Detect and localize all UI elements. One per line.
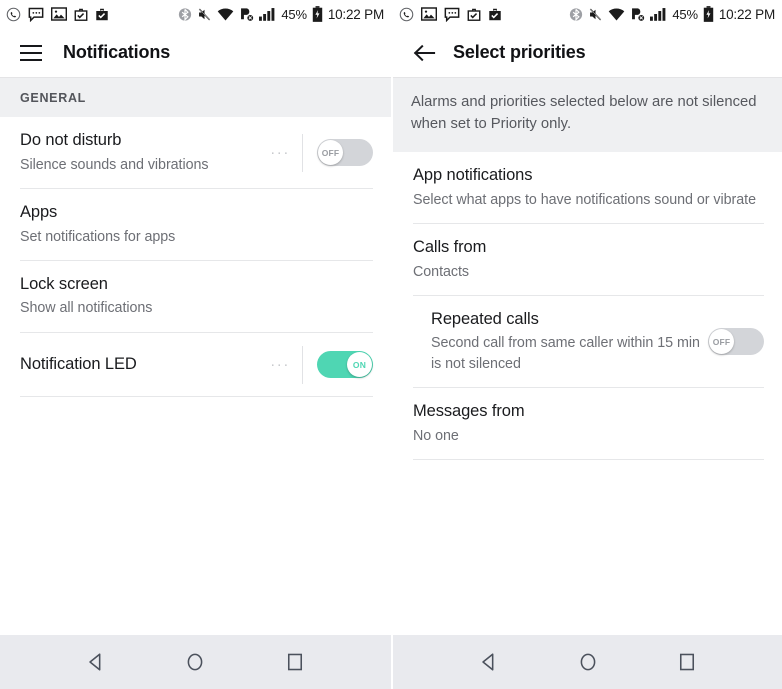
list-item-subtitle: Second call from same caller within 15 m… bbox=[431, 335, 700, 372]
right-screen-select-priorities: 45% 10:22 PM Select priorities Alarms an… bbox=[391, 0, 782, 689]
system-nav-bar-right bbox=[393, 635, 782, 689]
nav-back-button[interactable] bbox=[73, 639, 119, 685]
row-text: Repeated calls Second call from same cal… bbox=[431, 296, 702, 388]
list-item-repeated-calls[interactable]: Repeated calls Second call from same cal… bbox=[393, 295, 782, 389]
signal-bars-icon bbox=[259, 7, 276, 21]
nav-home-button[interactable] bbox=[172, 639, 218, 685]
toggle-knob-label: OFF bbox=[709, 329, 734, 355]
image-icon bbox=[51, 7, 67, 21]
list-item-do-not-disturb[interactable]: Do not disturb Silence sounds and vibrat… bbox=[0, 117, 391, 189]
page-title: Notifications bbox=[63, 42, 171, 62]
nav-back-button[interactable] bbox=[466, 639, 512, 685]
nav-recents-button[interactable] bbox=[664, 639, 710, 685]
list-item-notification-led[interactable]: Notification LED ··· ON bbox=[0, 332, 391, 397]
row-text: Notification LED bbox=[20, 341, 264, 389]
row-text: Do not disturb Silence sounds and vibrat… bbox=[20, 117, 264, 189]
overflow-ellipsis-icon[interactable]: ··· bbox=[270, 357, 302, 372]
list-item-title: Messages from bbox=[413, 402, 525, 421]
briefcase-check-icon bbox=[74, 7, 88, 22]
battery-charging-icon bbox=[703, 6, 714, 22]
status-bar-system-icons: 45% 10:22 PM bbox=[569, 6, 775, 22]
mobile-data-off-icon bbox=[630, 7, 646, 22]
toggle-repeated-calls[interactable]: OFF bbox=[708, 328, 764, 356]
nav-recents-button[interactable] bbox=[272, 639, 318, 685]
nav-home-button[interactable] bbox=[565, 639, 611, 685]
briefcase-check-icon bbox=[467, 7, 481, 22]
list-item-subtitle: Set notifications for apps bbox=[20, 228, 176, 245]
toggle-notification-led[interactable]: ON bbox=[317, 351, 373, 379]
status-bar-left: 45% 10:22 PM bbox=[0, 0, 391, 28]
system-nav-bar-left bbox=[0, 635, 391, 689]
bluetooth-icon bbox=[569, 7, 583, 22]
message-bubble-icon bbox=[28, 7, 44, 22]
list-item-title: Do not disturb bbox=[20, 131, 122, 149]
list-item-title: Calls from bbox=[413, 237, 487, 256]
battery-percent-label: 45% bbox=[672, 6, 698, 22]
list-item-messages-from[interactable]: Messages from No one bbox=[393, 388, 782, 460]
vertical-divider bbox=[302, 133, 303, 172]
dual-screenshot-container: 45% 10:22 PM Notifications GENERAL Do no… bbox=[0, 0, 782, 689]
list-item-title: Notification LED bbox=[20, 354, 137, 373]
wifi-icon bbox=[217, 8, 234, 21]
missed-call-icon bbox=[399, 7, 414, 22]
image-icon bbox=[421, 7, 437, 21]
bluetooth-icon bbox=[178, 7, 192, 22]
status-bar-notification-icons bbox=[6, 7, 109, 22]
row-text: Lock screen Show all notifications bbox=[20, 261, 373, 333]
vertical-divider bbox=[302, 345, 303, 384]
row-text: Calls from Contacts bbox=[413, 224, 764, 296]
missed-call-icon bbox=[6, 7, 21, 22]
row-text: Messages from No one bbox=[413, 388, 764, 460]
mobile-data-off-icon bbox=[239, 7, 255, 22]
signal-bars-icon bbox=[650, 7, 667, 21]
message-bubble-icon bbox=[444, 7, 460, 22]
list-item-title: Lock screen bbox=[20, 274, 108, 293]
list-item-app-notifications[interactable]: App notifications Select what apps to ha… bbox=[393, 151, 782, 224]
list-item-subtitle: Show all notifications bbox=[20, 300, 153, 317]
list-item-subtitle: No one bbox=[413, 427, 459, 444]
row-text: Apps Set notifications for apps bbox=[20, 189, 373, 261]
row-trailing: OFF bbox=[702, 328, 764, 356]
info-banner: Alarms and priorities selected below are… bbox=[393, 78, 782, 152]
row-trailing: ··· OFF bbox=[264, 133, 373, 172]
battery-percent-label: 45% bbox=[281, 6, 307, 22]
select-priorities-list: Alarms and priorities selected below are… bbox=[393, 78, 782, 635]
page-title: Select priorities bbox=[453, 42, 586, 62]
list-item-calls-from[interactable]: Calls from Contacts bbox=[393, 223, 782, 296]
notifications-settings-list: GENERAL Do not disturb Silence sounds an… bbox=[0, 78, 391, 635]
battery-charging-icon bbox=[312, 6, 323, 22]
app-bar-right: Select priorities bbox=[393, 28, 782, 78]
toggle-knob-label: OFF bbox=[318, 140, 343, 166]
toggle-do-not-disturb[interactable]: OFF bbox=[317, 139, 373, 167]
overflow-ellipsis-icon[interactable]: ··· bbox=[270, 145, 302, 160]
list-item-subtitle: Select what apps to have notifications s… bbox=[413, 191, 756, 208]
wifi-icon bbox=[608, 8, 625, 21]
list-item-lock-screen[interactable]: Lock screen Show all notifications bbox=[0, 260, 391, 333]
left-screen-notifications: 45% 10:22 PM Notifications GENERAL Do no… bbox=[0, 0, 391, 689]
clock-label: 10:22 PM bbox=[718, 6, 775, 22]
section-header-general: GENERAL bbox=[0, 78, 391, 117]
status-bar-system-icons: 45% 10:22 PM bbox=[178, 6, 384, 22]
status-bar-notification-icons bbox=[399, 7, 502, 22]
briefcase-check-filled-icon bbox=[488, 7, 502, 22]
list-item-title: Apps bbox=[20, 202, 58, 221]
list-item-title: Repeated calls bbox=[431, 309, 539, 328]
volume-muted-icon bbox=[197, 7, 212, 22]
clock-label: 10:22 PM bbox=[327, 6, 384, 22]
list-item-subtitle: Contacts bbox=[413, 263, 470, 280]
row-text: App notifications Select what apps to ha… bbox=[413, 152, 764, 224]
app-bar-left: Notifications bbox=[0, 28, 391, 78]
hamburger-menu-icon[interactable] bbox=[18, 40, 44, 66]
back-arrow-icon[interactable] bbox=[411, 40, 437, 66]
volume-muted-icon bbox=[588, 7, 603, 22]
row-trailing: ··· ON bbox=[264, 345, 373, 384]
list-item-apps[interactable]: Apps Set notifications for apps bbox=[0, 188, 391, 261]
briefcase-check-filled-icon bbox=[95, 7, 109, 22]
list-item-subtitle: Silence sounds and vibrations bbox=[20, 156, 209, 173]
list-item-title: App notifications bbox=[413, 165, 533, 184]
toggle-knob-label: ON bbox=[347, 352, 372, 378]
status-bar-right: 45% 10:22 PM bbox=[393, 0, 782, 28]
